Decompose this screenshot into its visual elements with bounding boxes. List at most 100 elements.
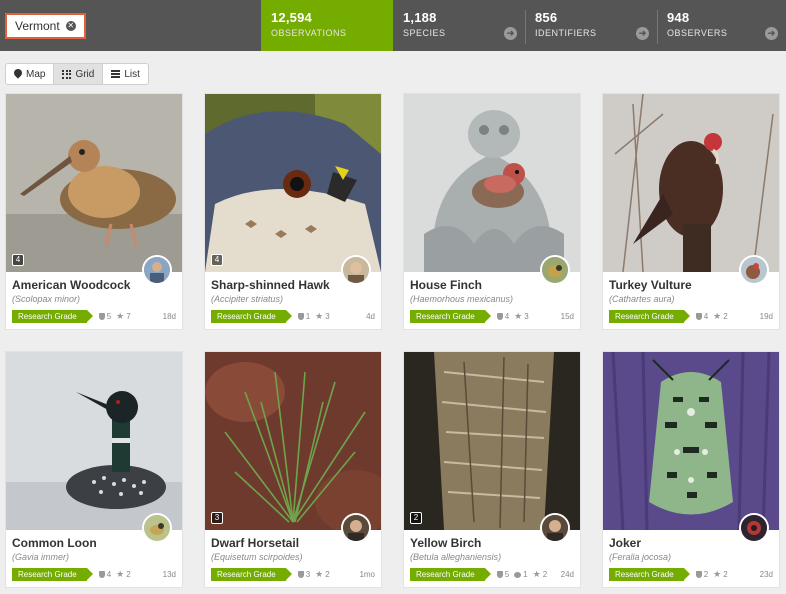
observation-photo[interactable]	[404, 94, 580, 272]
stat-species[interactable]: 1,188 SPECIES ➜	[393, 0, 525, 51]
scientific-name: (Feralia jocosa)	[609, 552, 672, 562]
identification-icon	[496, 571, 503, 578]
arrow-right-icon[interactable]: ➜	[504, 27, 517, 40]
observers-count: 948	[667, 10, 690, 25]
remove-filter-icon[interactable]: ✕	[65, 21, 76, 31]
common-name[interactable]: Turkey Vulture	[609, 278, 692, 292]
quality-grade-badge: Research Grade	[211, 568, 292, 581]
observation-card[interactable]: 4 American Woodcock (Scolopax minor) Res…	[5, 93, 183, 330]
identification-icon	[297, 313, 304, 320]
observation-meta: Research Grade 4 ★ 2 13d	[12, 568, 176, 581]
observation-card[interactable]: House Finch (Haemorhous mexicanus) Resea…	[403, 93, 581, 330]
star-icon: ★	[116, 569, 125, 579]
observation-meta: Research Grade 5 1 ★ 2 24d	[410, 568, 574, 581]
quality-grade-badge: Research Grade	[12, 568, 93, 581]
photo-count-badge: 3	[211, 512, 223, 524]
observation-card[interactable]: Common Loon (Gavia immer) Research Grade…	[5, 351, 183, 588]
time-ago: 24d	[560, 570, 574, 579]
observation-meta: Research Grade 2 ★ 2 23d	[609, 568, 773, 581]
observation-photo[interactable]	[603, 352, 779, 530]
star-icon: ★	[713, 569, 722, 579]
observation-meta: Research Grade 4 ★ 3 15d	[410, 310, 574, 323]
observer-avatar[interactable]	[142, 513, 172, 543]
common-name[interactable]: Common Loon	[12, 536, 97, 550]
map-view-button[interactable]: Map	[6, 64, 55, 84]
common-name[interactable]: Dwarf Horsetail	[211, 536, 299, 550]
star-icon: ★	[116, 311, 125, 321]
scientific-name: (Betula alleghaniensis)	[410, 552, 502, 562]
comment-icon	[514, 571, 522, 578]
observation-photo[interactable]	[6, 94, 182, 272]
time-ago: 13d	[162, 570, 176, 579]
star-icon: ★	[315, 569, 324, 579]
star-icon: ★	[315, 311, 324, 321]
stat-observers[interactable]: 948 OBSERVERS ➜	[657, 0, 786, 51]
time-ago: 18d	[162, 312, 176, 321]
time-ago: 4d	[366, 312, 375, 321]
time-ago: 1mo	[359, 570, 375, 579]
common-name[interactable]: Yellow Birch	[410, 536, 481, 550]
place-filter-label: Vermont	[15, 19, 60, 33]
common-name[interactable]: Sharp-shinned Hawk	[211, 278, 330, 292]
species-count: 1,188	[403, 10, 437, 25]
quality-grade-badge: Research Grade	[609, 568, 690, 581]
stat-observations[interactable]: 12,594 OBSERVATIONS	[261, 0, 393, 51]
arrow-right-icon[interactable]: ➜	[636, 27, 649, 40]
observation-card[interactable]: 4 Sharp-shinned Hawk (Accipiter striatus…	[204, 93, 382, 330]
time-ago: 19d	[759, 312, 773, 321]
quality-grade-badge: Research Grade	[410, 568, 491, 581]
star-icon: ★	[713, 311, 722, 321]
time-ago: 23d	[759, 570, 773, 579]
star-icon: ★	[532, 569, 541, 579]
common-name[interactable]: American Woodcock	[12, 278, 130, 292]
star-icon: ★	[514, 311, 523, 321]
common-name[interactable]: Joker	[609, 536, 641, 550]
identification-icon	[695, 313, 702, 320]
observation-card[interactable]: Joker (Feralia jocosa) Research Grade 2 …	[602, 351, 780, 588]
observation-photo[interactable]	[603, 94, 779, 272]
scientific-name: (Cathartes aura)	[609, 294, 675, 304]
stats-bar: Vermont ✕ 12,594 OBSERVATIONS 1,188 SPEC…	[0, 0, 786, 51]
map-pin-icon	[14, 69, 22, 79]
observer-avatar[interactable]	[739, 513, 769, 543]
observer-avatar[interactable]	[341, 255, 371, 285]
observer-avatar[interactable]	[341, 513, 371, 543]
observation-meta: Research Grade 3 ★ 2 1mo	[211, 568, 375, 581]
observation-card[interactable]: 2 Yellow Birch (Betula alleghaniensis) R…	[403, 351, 581, 588]
observer-avatar[interactable]	[739, 255, 769, 285]
observation-meta: Research Grade 1 ★ 3 4d	[211, 310, 375, 323]
photo-count-badge: 4	[12, 254, 24, 266]
place-filter-pill[interactable]: Vermont ✕	[5, 13, 86, 39]
observation-card[interactable]: Turkey Vulture (Cathartes aura) Research…	[602, 93, 780, 330]
list-icon	[111, 70, 121, 78]
stat-identifiers[interactable]: 856 IDENTIFIERS ➜	[525, 0, 657, 51]
identification-icon	[98, 571, 105, 578]
quality-grade-badge: Research Grade	[609, 310, 690, 323]
identifiers-count: 856	[535, 10, 558, 25]
scientific-name: (Haemorhous mexicanus)	[410, 294, 514, 304]
identification-icon	[695, 571, 702, 578]
observation-photo[interactable]	[6, 352, 182, 530]
observation-meta: Research Grade 4 ★ 2 19d	[609, 310, 773, 323]
quality-grade-badge: Research Grade	[410, 310, 491, 323]
common-name[interactable]: House Finch	[410, 278, 482, 292]
observer-avatar[interactable]	[540, 513, 570, 543]
observation-card[interactable]: 3 Dwarf Horsetail (Equisetum scirpoides)…	[204, 351, 382, 588]
observer-avatar[interactable]	[540, 255, 570, 285]
observation-photo[interactable]	[205, 352, 381, 530]
list-view-button[interactable]: List	[103, 64, 148, 84]
observer-avatar[interactable]	[142, 255, 172, 285]
scientific-name: (Scolopax minor)	[12, 294, 81, 304]
scientific-name: (Accipiter striatus)	[211, 294, 284, 304]
identification-icon	[98, 313, 105, 320]
observation-photo[interactable]	[404, 352, 580, 530]
observation-photo[interactable]	[205, 94, 381, 272]
arrow-right-icon[interactable]: ➜	[765, 27, 778, 40]
identification-icon	[297, 571, 304, 578]
identification-icon	[496, 313, 503, 320]
quality-grade-badge: Research Grade	[211, 310, 292, 323]
photo-count-badge: 4	[211, 254, 223, 266]
identifiers-label: IDENTIFIERS	[535, 28, 597, 38]
grid-view-button[interactable]: Grid	[54, 64, 104, 84]
time-ago: 15d	[560, 312, 574, 321]
